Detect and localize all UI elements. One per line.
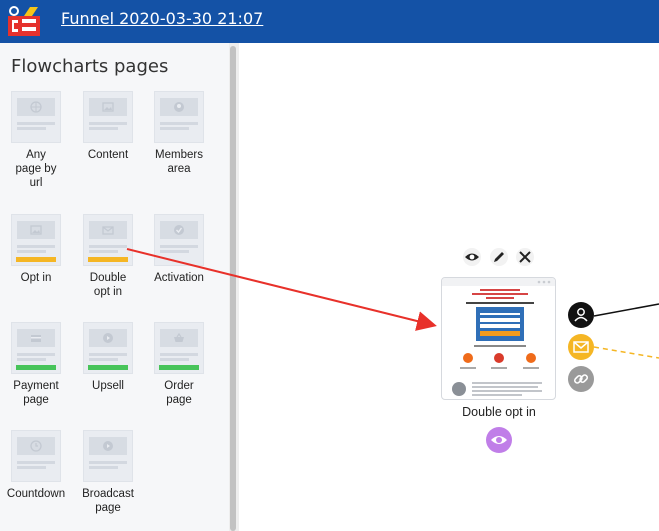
page-type-thumbnail (83, 91, 133, 143)
page-type-thumbnail (83, 322, 133, 374)
label-line: Content (87, 149, 129, 161)
preview-eye-button[interactable] (486, 427, 512, 453)
link-icon (573, 374, 589, 384)
app-logo[interactable] (8, 6, 40, 36)
top-bar: Funnel 2020-03-30 21:07 (0, 0, 659, 43)
label-line: Broadcast (82, 488, 134, 500)
email-connector[interactable] (568, 334, 594, 360)
eye-icon (491, 436, 507, 444)
page-type-label: Members area (143, 148, 215, 176)
label-line: Any (26, 149, 46, 161)
label-line: page (95, 502, 121, 514)
label-line: url (29, 177, 43, 189)
page-type-label: Upsell (72, 379, 144, 393)
page-type-label: Payment page (0, 379, 72, 407)
page-type-label: Opt in (0, 271, 72, 285)
label-line: opt in (93, 286, 123, 298)
page-type-thumbnail (83, 430, 133, 482)
page-type-label: Content (72, 148, 144, 162)
page-type-card[interactable]: Double opt in (72, 214, 144, 299)
sidebar-title: Flowcharts pages (11, 56, 169, 77)
label-line: Countdown (6, 488, 66, 500)
funnel-title[interactable]: Funnel 2020-03-30 21:07 (61, 9, 263, 28)
label-line: Double (89, 272, 127, 284)
page-type-card[interactable]: Order page (143, 322, 215, 407)
label-line: area (167, 163, 191, 175)
close-icon[interactable] (516, 248, 534, 266)
label-line: page by (15, 163, 57, 175)
clock-icon (30, 440, 42, 452)
label-line: Activation (154, 272, 204, 284)
pencil-icon[interactable] (490, 248, 508, 266)
envelope-icon (573, 341, 589, 353)
accent-bar (16, 257, 56, 262)
page-type-card[interactable]: Any page by url (0, 91, 72, 190)
page-type-card[interactable]: Activation (143, 214, 215, 285)
link-connector[interactable] (568, 366, 594, 392)
user-icon (174, 102, 184, 112)
play-icon (103, 333, 113, 343)
page-type-thumbnail (11, 430, 61, 482)
page-type-card[interactable]: Content (72, 91, 144, 162)
node-label: Double opt in (462, 405, 536, 419)
label-line: Members (155, 149, 203, 161)
user-connection-line (593, 303, 659, 317)
page-type-card[interactable]: Opt in (0, 214, 72, 285)
page-type-label: Double opt in (72, 271, 144, 299)
globe-icon (30, 101, 42, 113)
page-type-card[interactable]: Members area (143, 91, 215, 176)
label-line: Opt in (20, 272, 52, 284)
page-preview-thumbnail (442, 278, 555, 396)
play-icon (103, 441, 113, 451)
page-type-thumbnail (154, 322, 204, 374)
page-type-label: Order page (143, 379, 215, 407)
accent-bar (88, 257, 128, 262)
page-type-thumbnail (11, 322, 61, 374)
image-icon (102, 102, 114, 112)
page-type-thumbnail (154, 91, 204, 143)
page-type-card[interactable]: Payment page (0, 322, 72, 407)
user-connector[interactable] (568, 302, 594, 328)
label-line: Payment (13, 380, 59, 392)
card-icon (31, 335, 41, 342)
accent-bar (16, 365, 56, 370)
image-icon (30, 225, 42, 235)
label-line: page (166, 394, 192, 406)
page-node-double-opt-in[interactable] (441, 277, 556, 400)
sidebar-scrollbar[interactable] (229, 43, 239, 531)
page-type-label: Broadcast page (72, 487, 144, 515)
label-line: page (23, 394, 49, 406)
page-type-card[interactable]: Countdown (0, 430, 72, 501)
check-icon (174, 225, 184, 235)
label-line: Upsell (92, 380, 124, 392)
page-type-label: Any page by url (0, 148, 72, 190)
accent-bar (88, 365, 128, 370)
user-icon (574, 308, 588, 322)
page-type-card[interactable]: Broadcast page (72, 430, 144, 515)
page-type-card[interactable]: Upsell (72, 322, 144, 393)
mail-connection-line (593, 346, 659, 359)
scroll-thumb[interactable] (230, 46, 236, 531)
page-type-label: Activation (143, 271, 215, 285)
page-type-label: Countdown (0, 487, 72, 501)
page-type-thumbnail (11, 214, 61, 266)
accent-bar (159, 365, 199, 370)
basket-icon (174, 332, 184, 342)
page-type-thumbnail (83, 214, 133, 266)
envelope-icon (102, 226, 114, 235)
label-line: Order (164, 380, 194, 392)
page-type-thumbnail (11, 91, 61, 143)
eye-icon[interactable] (463, 248, 481, 266)
